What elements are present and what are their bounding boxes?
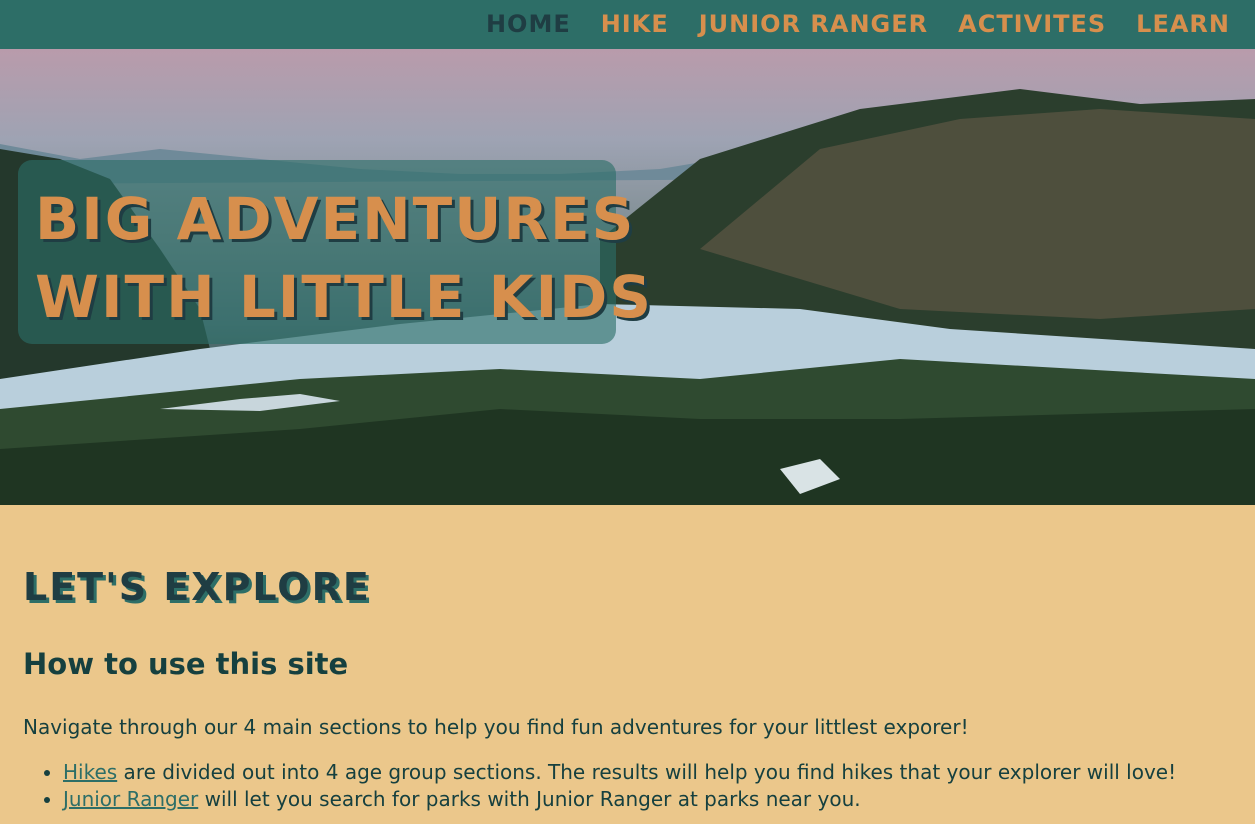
section-heading: Let's Explore bbox=[23, 565, 371, 609]
nav-home-link[interactable]: Home bbox=[486, 0, 571, 49]
junior-ranger-link[interactable]: Junior Ranger bbox=[63, 787, 198, 811]
hero-title-line1: Big Adventures bbox=[35, 185, 636, 253]
nav-hike-link[interactable]: Hike bbox=[601, 0, 669, 49]
nav-junior-ranger-link[interactable]: Junior Ranger bbox=[699, 0, 928, 49]
section-subheading: How to use this site bbox=[23, 647, 349, 681]
nav-activites-link[interactable]: Activites bbox=[958, 0, 1106, 49]
top-nav: Home Hike Junior Ranger Activites Learn bbox=[0, 0, 1255, 49]
main-content: Let's Explore How to use this site Navig… bbox=[0, 565, 1255, 813]
hikes-link[interactable]: Hikes bbox=[63, 760, 117, 784]
intro-paragraph: Navigate through our 4 main sections to … bbox=[23, 715, 969, 739]
hero-title: Big Adventures with Little Kids bbox=[35, 180, 653, 336]
list-item-text: are divided out into 4 age group section… bbox=[117, 760, 1177, 784]
hero-banner: Big Adventures with Little Kids bbox=[0, 49, 1255, 505]
list-item-text: will let you search for parks with Junio… bbox=[198, 787, 861, 811]
list-item: Junior Ranger will let you search for pa… bbox=[63, 786, 1232, 813]
nav-learn-link[interactable]: Learn bbox=[1136, 0, 1230, 49]
sections-list: Hikes are divided out into 4 age group s… bbox=[23, 759, 1232, 813]
hero-title-line2: with Little Kids bbox=[35, 263, 654, 331]
list-item: Hikes are divided out into 4 age group s… bbox=[63, 759, 1232, 786]
